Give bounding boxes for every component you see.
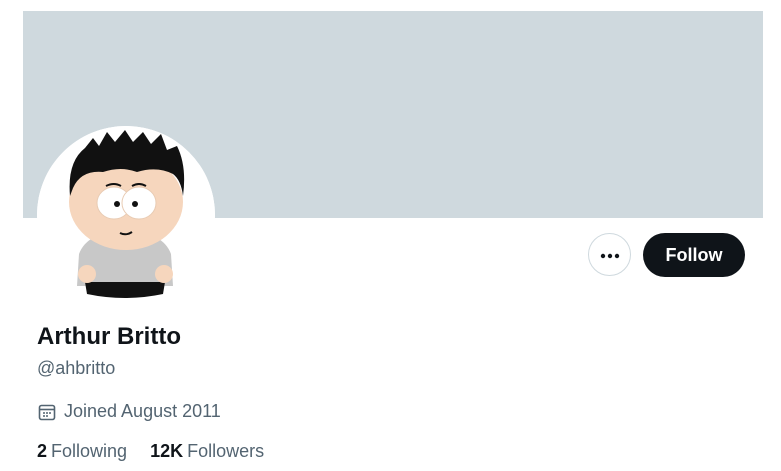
profile-page: Follow Arthur Britto @ahbritto Joined Au… <box>0 0 781 471</box>
ellipsis-icon <box>600 246 620 264</box>
joined-date: Joined August 2011 <box>37 401 221 422</box>
calendar-icon <box>37 402 57 422</box>
followers-count: 12K <box>150 441 184 461</box>
avatar-image <box>37 126 215 304</box>
profile-handle: @ahbritto <box>37 358 116 378</box>
following-link[interactable]: 2 Following <box>37 441 127 462</box>
more-options-button[interactable] <box>588 233 631 276</box>
followers-label: Followers <box>187 441 265 461</box>
follow-counts: 2 Following 12K Followers <box>37 441 287 462</box>
joined-text: Joined August 2011 <box>64 401 221 421</box>
profile-display-name: Arthur Britto <box>37 323 181 350</box>
following-count: 2 <box>37 441 48 461</box>
avatar[interactable] <box>37 126 215 304</box>
follow-button[interactable]: Follow <box>643 233 745 277</box>
following-label: Following <box>51 441 128 461</box>
followers-link[interactable]: 12K Followers <box>150 441 264 462</box>
